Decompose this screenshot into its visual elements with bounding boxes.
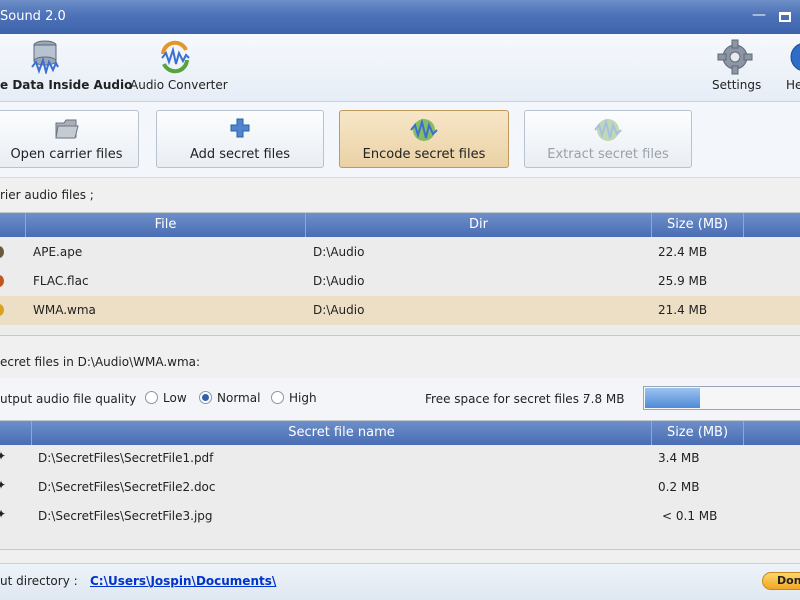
output-directory-link[interactable]: C:\Users\Jospin\Documents\ (90, 574, 276, 588)
file-name: APE.ape (33, 245, 83, 259)
secret-file-name: D:\SecretFiles\SecretFile1.pdf (38, 451, 214, 465)
attachment-icon: ✦ (0, 507, 7, 521)
table-row[interactable]: ✦ D:\SecretFiles\SecretFile2.doc 0.2 MB (0, 473, 800, 502)
secret-file-size: 3.4 MB (658, 451, 700, 465)
quality-normal-label: Normal (217, 391, 261, 405)
secret-col-icon (0, 421, 32, 445)
secret-file-size: 0.2 MB (658, 480, 700, 494)
table-row[interactable]: ✦ D:\SecretFiles\SecretFile1.pdf 3.4 MB (0, 444, 800, 473)
radio-circle (271, 391, 284, 404)
quality-label: utput audio file quality (0, 392, 137, 406)
carrier-section-label: rier audio files ; (0, 188, 94, 202)
secret-file-size: < 0.1 MB (662, 509, 718, 523)
quality-high-label: High (289, 391, 317, 405)
free-space-label: Free space for secret files : (425, 392, 587, 406)
carrier-col-icon (0, 213, 26, 237)
quality-low-label: Low (163, 391, 187, 405)
folder-icon (54, 117, 80, 145)
quality-high-radio[interactable]: High (271, 391, 317, 405)
file-size: 25.9 MB (658, 274, 708, 288)
extract-icon (593, 117, 623, 147)
wma-file-icon (0, 304, 4, 316)
output-directory-bar: ut directory : C:\Users\Jospin\Documents… (0, 563, 800, 600)
quality-low-radio[interactable]: Low (145, 391, 187, 405)
carrier-col-dir[interactable]: Dir (306, 213, 652, 237)
audio-converter-icon (158, 40, 192, 77)
quality-normal-radio[interactable]: Normal (199, 391, 260, 405)
table-row[interactable]: ✦ D:\SecretFiles\SecretFile3.jpg < 0.1 M… (0, 502, 800, 531)
add-secret-files-button[interactable]: Add secret files (156, 110, 324, 168)
maximize-icon (779, 12, 791, 22)
attachment-icon: ✦ (0, 449, 7, 463)
gear-icon (716, 38, 754, 79)
carrier-col-size[interactable]: Size (MB) (652, 213, 744, 237)
audio-converter-tool[interactable]: Audio Converter (128, 34, 228, 102)
open-carrier-files-label: Open carrier files (10, 147, 123, 162)
quality-bar: utput audio file quality Low Normal High… (0, 378, 800, 420)
table-row[interactable]: APE.ape D:\Audio 22.4 MB (0, 238, 800, 267)
file-size: 21.4 MB (658, 303, 708, 317)
flac-file-icon (0, 275, 4, 287)
audio-converter-label: Audio Converter (130, 78, 228, 92)
secret-table-header: Secret file name Size (MB) (0, 421, 800, 445)
window-title: Sound 2.0 (0, 9, 66, 24)
database-audio-icon (30, 40, 60, 77)
output-directory-label: ut directory : (0, 574, 78, 588)
help-label: He (786, 78, 800, 92)
free-space-progress-fill (645, 388, 701, 408)
title-bar: Sound 2.0 — (0, 0, 800, 34)
table-row[interactable]: FLAC.flac D:\Audio 25.9 MB (0, 267, 800, 296)
ape-file-icon (0, 246, 4, 258)
help-icon (788, 40, 800, 77)
carrier-table-header: File Dir Size (MB) (0, 213, 800, 237)
secret-section-label: ecret files in D:\Audio\WMA.wma: (0, 355, 201, 369)
action-bar: Open carrier files Add secret files Enco… (0, 102, 800, 178)
free-space-progress (643, 386, 800, 410)
settings-tool[interactable]: Settings (708, 34, 764, 102)
hide-data-tool[interactable]: e Data Inside Audio (0, 34, 132, 102)
help-tool[interactable]: He (780, 34, 800, 102)
main-toolbar: e Data Inside Audio Audio Converter Sett… (0, 34, 800, 102)
file-name: WMA.wma (33, 303, 96, 317)
file-dir: D:\Audio (313, 245, 365, 259)
open-carrier-files-button[interactable]: Open carrier files (0, 110, 139, 168)
secret-file-name: D:\SecretFiles\SecretFile2.doc (38, 480, 216, 494)
extract-secret-files-button[interactable]: Extract secret files (524, 110, 692, 168)
free-space-value: 7.8 MB (583, 392, 625, 406)
secret-table: Secret file name Size (MB) ✦ D:\SecretFi… (0, 420, 800, 550)
extract-secret-files-label: Extract secret files (547, 147, 669, 162)
radio-circle-checked (199, 391, 212, 404)
table-row-selected[interactable]: WMA.wma D:\Audio 21.4 MB (0, 296, 800, 325)
add-secret-files-label: Add secret files (189, 147, 291, 162)
hide-data-label: e Data Inside Audio (0, 78, 133, 92)
secret-col-size[interactable]: Size (MB) (652, 421, 744, 445)
file-name: FLAC.flac (33, 274, 89, 288)
plus-icon (229, 117, 251, 143)
file-size: 22.4 MB (658, 245, 708, 259)
donate-button[interactable]: Dona (762, 572, 800, 590)
carrier-table: File Dir Size (MB) APE.ape D:\Audio 22.4… (0, 212, 800, 336)
encode-icon (409, 117, 439, 147)
secret-col-name[interactable]: Secret file name (32, 421, 652, 445)
maximize-button[interactable] (774, 4, 796, 28)
encode-secret-files-button[interactable]: Encode secret files (339, 110, 509, 168)
file-dir: D:\Audio (313, 274, 365, 288)
minimize-button[interactable]: — (748, 4, 770, 28)
attachment-icon: ✦ (0, 478, 7, 492)
file-dir: D:\Audio (313, 303, 365, 317)
encode-secret-files-label: Encode secret files (362, 147, 486, 162)
settings-label: Settings (712, 78, 762, 92)
secret-file-name: D:\SecretFiles\SecretFile3.jpg (38, 509, 213, 523)
carrier-col-file[interactable]: File (26, 213, 306, 237)
radio-circle (145, 391, 158, 404)
